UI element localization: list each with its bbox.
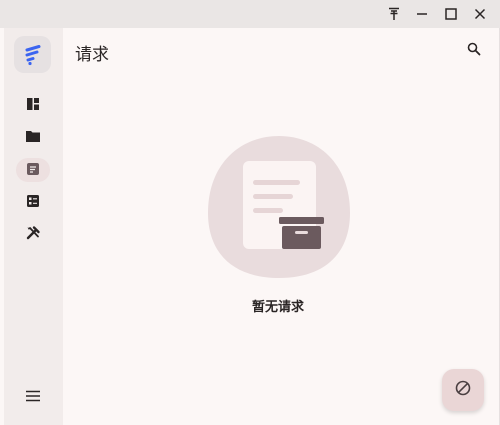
app-window: 请求 暂无请求 bbox=[0, 0, 500, 425]
sidebar-item-folder[interactable] bbox=[16, 125, 50, 149]
app-logo[interactable] bbox=[14, 36, 51, 73]
search-button[interactable] bbox=[464, 40, 484, 60]
list-icon bbox=[26, 193, 40, 212]
pin-icon[interactable] bbox=[384, 4, 404, 24]
sidebar bbox=[4, 28, 63, 425]
minimize-icon[interactable] bbox=[412, 4, 432, 24]
close-icon[interactable] bbox=[470, 4, 490, 24]
folder-icon bbox=[25, 128, 41, 147]
page-title: 请求 bbox=[75, 45, 109, 65]
requests-icon bbox=[26, 161, 40, 180]
sidebar-item-dashboard[interactable] bbox=[16, 93, 50, 117]
dashboard-icon bbox=[26, 96, 40, 115]
fab-button[interactable] bbox=[442, 369, 484, 411]
block-icon bbox=[454, 379, 472, 401]
search-icon bbox=[467, 41, 481, 60]
sidebar-item-tools[interactable] bbox=[16, 223, 50, 247]
tools-icon bbox=[25, 225, 41, 245]
sidebar-item-list[interactable] bbox=[16, 190, 50, 214]
menu-button[interactable] bbox=[16, 384, 50, 408]
empty-state-message: 暂无请求 bbox=[251, 300, 304, 315]
menu-icon bbox=[25, 387, 41, 406]
title-bar bbox=[0, 0, 500, 28]
maximize-icon[interactable] bbox=[441, 4, 461, 24]
sidebar-item-requests[interactable] bbox=[16, 158, 50, 182]
empty-state-illustration bbox=[205, 133, 353, 281]
